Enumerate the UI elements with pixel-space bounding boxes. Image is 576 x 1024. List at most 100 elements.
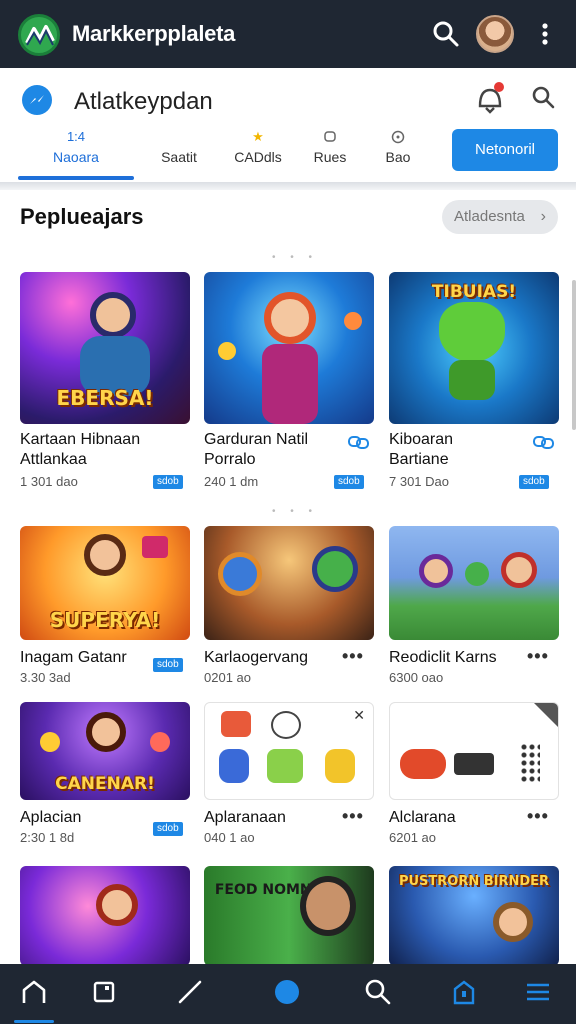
circle-icon [370,126,426,148]
card-title: Kartaan Hibnaan [20,431,141,448]
tab-badge-text [144,126,214,148]
tab-label: Bao [385,149,411,165]
notification-icon[interactable] [474,82,506,114]
notification-dot [494,82,504,92]
card-meta: 0201 ao [204,670,251,685]
card-title: Inagam Gatanr [20,649,127,666]
tab-naoara[interactable]: 1:4 Naoara [18,126,134,180]
tab-rues[interactable]: Rues [300,126,360,180]
more-horiz-icon[interactable]: ••• [342,646,364,667]
tab-bar: 1:4 Naoara Saatit ★ CADdls Rues Bao [18,126,438,180]
square-icon[interactable] [88,976,120,1008]
scrollbar[interactable] [572,280,576,430]
more-horiz-icon[interactable]: ••• [342,806,364,827]
game-thumbnail: EBERSA! [20,272,190,424]
see-all-label: Atladesnta [454,208,525,225]
tab-badge-text: 1:4 [66,129,86,144]
card-meta: 6201 ao [389,830,436,845]
card-meta: 3.30 3ad [20,670,71,685]
pen-icon[interactable] [174,976,206,1008]
avatar[interactable] [476,15,514,53]
card-meta: 1 301 dao [20,474,78,489]
link-icon[interactable] [348,434,370,450]
search-icon[interactable] [432,20,460,48]
home-icon[interactable] [14,976,54,1023]
game-card[interactable]: SUPERYA! Inagam Gatanr 3.30 3ad sdob [20,526,190,686]
star-icon: ★ [252,129,264,144]
dots-icon [520,743,540,783]
page-header: Atlatkeypdan 1:4 Naoara Saatit ★ CADdls [0,68,576,182]
game-card[interactable]: FEOD NOMNG [204,866,374,964]
card-title: Kiboaran [389,431,454,448]
card-badge: sdob [334,475,364,489]
game-card[interactable]: EBERSA! Kartaan Hibnaan Attlankaa 1 301 … [20,272,190,492]
card-badge: sdob [153,658,183,672]
game-card[interactable]: CANENAR! Aplacian 2:30 1 8d sdob [20,702,190,852]
corner-badge [534,703,558,727]
game-card[interactable]: TIBUIAS! Kiboaran Bartiane 7 301 Dao sdo… [389,272,559,492]
circle-icon[interactable] [271,976,303,1008]
card-badge: sdob [519,475,549,489]
more-vert-icon[interactable] [535,20,555,48]
card-badge: sdob [153,822,183,836]
page-indicator-dots: • • • [272,252,319,263]
card-title: Alclarana [389,809,456,826]
page-title: Atlatkeypdan [74,88,213,115]
card-meta: 2:30 1 8d [20,830,75,845]
card-meta: 240 1 dm [204,474,259,489]
game-thumbnail [389,526,559,640]
game-thumbnail [20,866,190,964]
card-title: Garduran Natil [204,431,309,448]
card-title: Aplaranaan [204,809,286,826]
chevron-right-icon: › [540,208,546,225]
game-thumbnail [204,526,374,640]
tab-label: Naoara [53,149,99,165]
shield-icon[interactable] [448,976,480,1008]
thumbnail-title-art: PUSTRORN BIRNDER [398,874,550,889]
thumbnail-title-art: CANENAR! [55,774,155,794]
game-thumbnail: SUPERYA! [20,526,190,640]
thumbnail-title-art: TIBUIAS! [431,282,517,302]
game-card[interactable]: Reodiclit Karns 6300 oao ••• [389,526,559,686]
tab-caddls[interactable]: ★ CADdls [222,126,294,180]
search-icon[interactable] [362,976,394,1008]
card-subtitle: Bartiane [389,451,449,468]
card-subtitle: Attlankaa [20,451,87,468]
game-card[interactable]: PUSTRORN BIRNDER [389,866,559,964]
messenger-icon [22,85,52,115]
card-subtitle: Porralo [204,451,256,468]
card-title: Karlaogervang [204,649,309,666]
app-root: Markkerpplaleta Atlatkeypdan 1:4 Naoara [0,0,576,1024]
chat-icon [300,126,360,148]
game-thumbnail: CANENAR! [20,702,190,800]
bottom-navigation [0,964,576,1024]
section-title: Peplueajars [20,204,144,229]
game-card[interactable] [20,866,190,964]
search-icon[interactable] [530,84,558,112]
game-card[interactable]: Garduran Natil Porralo 240 1 dm sdob [204,272,374,492]
card-meta: 7 301 Dao [389,474,449,489]
more-horiz-icon[interactable]: ••• [527,806,549,827]
thumbnail-title-art: SUPERYA! [49,608,161,632]
app-logo-icon[interactable] [18,14,60,56]
page-indicator-dots: • • • [272,506,319,517]
tab-bao[interactable]: Bao [370,126,426,180]
top-app-bar: Markkerpplaleta [0,0,576,68]
card-title: Reodiclit Karns [389,649,497,666]
divider [0,182,576,190]
tab-saatit[interactable]: Saatit [144,126,214,180]
close-icon[interactable]: ✕ [353,707,365,724]
menu-icon[interactable] [522,976,554,1008]
game-card[interactable]: Karlaogervang 0201 ao ••• [204,526,374,686]
card-meta: 6300 oao [389,670,444,685]
game-card[interactable]: ✕ Aplaranaan 040 1 ao ••• [204,702,374,852]
more-horiz-icon[interactable]: ••• [527,646,549,667]
game-card[interactable]: Alclarana 6201 ao ••• [389,702,559,852]
game-thumbnail: TIBUIAS! [389,272,559,424]
see-all-button[interactable]: Atladesnta › [442,200,558,234]
primary-cta-button[interactable]: Netonoril [452,129,558,171]
tab-label: Rues [313,149,347,165]
link-icon[interactable] [533,434,555,450]
game-thumbnail [204,272,374,424]
thumbnail-title-art: EBERSA! [56,386,154,410]
